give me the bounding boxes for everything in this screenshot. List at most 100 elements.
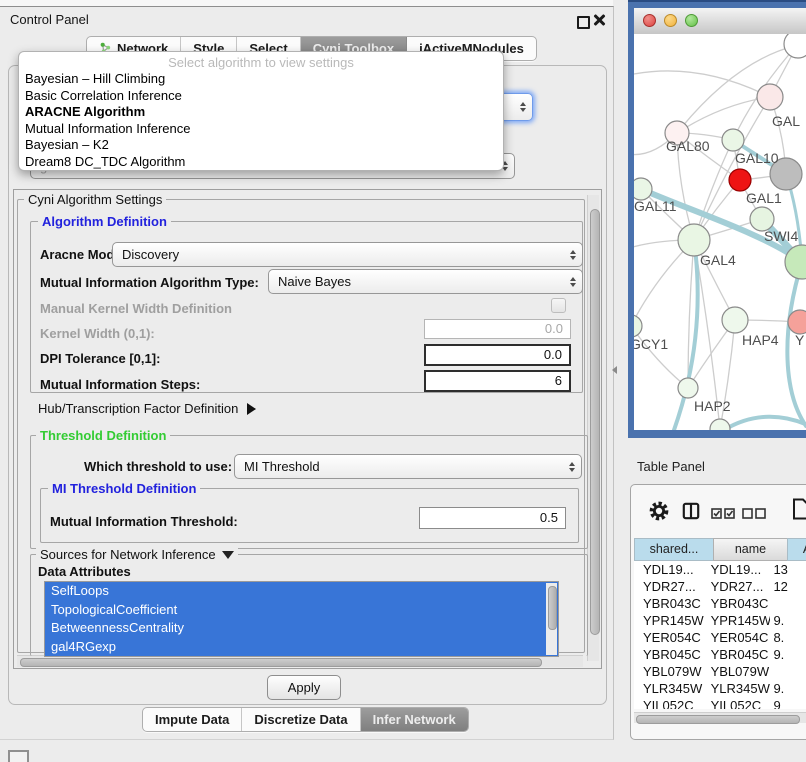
attribute-item[interactable]: BetweennessCentrality (45, 619, 558, 638)
table-header-row: shared...nameA (634, 538, 806, 561)
scrollbar-thumb[interactable] (548, 586, 557, 630)
select-all-checkboxes-icon[interactable] (711, 508, 735, 519)
column-header[interactable]: shared... (634, 538, 713, 561)
network-node-label: SWI4 (764, 228, 798, 244)
network-node[interactable] (678, 378, 698, 398)
close-icon[interactable] (593, 14, 605, 26)
network-node[interactable] (757, 84, 783, 110)
algorithm-option[interactable]: Dream8 DC_TDC Algorithm (19, 154, 503, 171)
column-header[interactable]: A (787, 538, 806, 561)
float-window-icon[interactable] (577, 16, 590, 29)
network-edge[interactable] (724, 417, 806, 430)
network-edge[interactable] (634, 71, 770, 97)
splitter-collapse-arrow[interactable] (612, 366, 617, 374)
dpi-tolerance-label: DPI Tolerance [0,1]: (40, 351, 160, 366)
settings-vertical-scrollbar[interactable] (587, 195, 599, 661)
gear-icon[interactable] (648, 500, 670, 522)
data-attributes-label: Data Attributes (38, 564, 131, 579)
mi-type-value: Naive Bayes (278, 274, 564, 289)
table-row[interactable]: YBR043CYBR043C (634, 595, 806, 612)
mi-threshold-field[interactable]: 0.5 (419, 507, 566, 529)
hub-definition-toggle[interactable]: Hub/Transcription Factor Definition (38, 401, 256, 416)
dpi-tolerance-field[interactable]: 0.0 (424, 344, 571, 366)
table-row[interactable]: YBR045CYBR045C9. (634, 646, 806, 663)
table-horizontal-scrollbar[interactable] (634, 712, 806, 723)
scrollbar-thumb[interactable] (636, 715, 800, 724)
table-cell: YIL052C (634, 697, 705, 709)
network-node[interactable] (710, 419, 730, 430)
network-node-label: GAL11 (634, 198, 677, 214)
collapse-arrow-icon[interactable] (222, 551, 234, 559)
sources-legend[interactable]: Sources for Network Inference (36, 548, 238, 561)
table-cell: YPR145W (634, 612, 705, 629)
attributes-scrollbar[interactable] (546, 583, 557, 655)
deselect-checkboxes-icon[interactable] (742, 508, 766, 519)
algorithm-option[interactable]: Basic Correlation Inference (19, 88, 503, 105)
network-node-label: GAL1 (746, 190, 782, 206)
apply-button[interactable]: Apply (267, 675, 341, 700)
network-node[interactable] (784, 34, 806, 58)
data-attributes-list[interactable]: SelfLoopsTopologicalCoefficientBetweenne… (44, 581, 559, 657)
table-cell: YER054C (705, 629, 771, 646)
table-cell (770, 663, 806, 680)
mi-steps-field[interactable]: 6 (424, 370, 571, 392)
network-node[interactable] (729, 169, 751, 191)
table-cell: YDR27... (634, 578, 705, 595)
manual-kernel-checkbox[interactable] (551, 298, 566, 313)
attribute-item[interactable]: SelfLoops (45, 582, 558, 601)
mi-threshold-label: Mutual Information Threshold: (50, 514, 238, 529)
cyni-settings-legend: Cyni Algorithm Settings (24, 193, 166, 206)
table-cell: 13 (770, 561, 806, 578)
algorithm-definition-legend: Algorithm Definition (38, 215, 171, 228)
close-traffic-light-icon[interactable] (643, 14, 656, 27)
kernel-width-field[interactable]: 0.0 (424, 319, 571, 339)
mi-type-combo[interactable]: Naive Bayes (268, 269, 583, 294)
network-window-titlebar[interactable] (634, 8, 806, 35)
algorithm-option[interactable]: Bayesian – Hill Climbing (19, 71, 503, 88)
table-row[interactable]: YPR145WYPR145W9. (634, 612, 806, 629)
table-row[interactable]: YIL052CYIL052C9 (634, 697, 806, 709)
table-row[interactable]: YDL19...YDL19...13 (634, 561, 806, 578)
expand-arrow-icon[interactable] (247, 403, 256, 415)
algorithm-option[interactable]: ARACNE Algorithm (19, 104, 503, 121)
network-canvas-svg: GALGAL80GAL10GAL1GAL11SWI4GAL4GCY1HAP4YH… (634, 34, 806, 430)
table-row[interactable]: YBL079WYBL079W (634, 663, 806, 680)
table-body: YDL19...YDL19...13YDR27...YDR27...12YBR0… (634, 561, 806, 709)
column-header[interactable]: name (713, 538, 787, 561)
algorithm-option[interactable]: Bayesian – K2 (19, 137, 503, 154)
network-node[interactable] (634, 178, 652, 200)
network-node[interactable] (722, 307, 748, 333)
hub-definition-label: Hub/Transcription Factor Definition (38, 401, 238, 416)
document-icon[interactable] (792, 498, 806, 520)
zoom-traffic-light-icon[interactable] (685, 14, 698, 27)
aracne-mode-combo[interactable]: Discovery (112, 242, 583, 267)
which-threshold-value: MI Threshold (244, 459, 563, 474)
network-node[interactable] (788, 310, 806, 334)
attribute-item[interactable]: gal4RGexp (45, 638, 558, 657)
table-row[interactable]: YER054CYER054C8. (634, 629, 806, 646)
network-node[interactable] (722, 129, 744, 151)
table-cell: YBR043C (634, 595, 705, 612)
table-cell: YIL052C (705, 697, 771, 709)
network-view[interactable]: GALGAL80GAL10GAL1GAL11SWI4GAL4GCY1HAP4YH… (634, 34, 806, 430)
minimize-traffic-light-icon[interactable] (664, 14, 677, 27)
algorithm-option[interactable]: Mutual Information Inference (19, 121, 503, 138)
tab-impute-data[interactable]: Impute Data (143, 708, 242, 731)
scrollbar-thumb[interactable] (590, 209, 600, 635)
network-edge[interactable] (677, 97, 770, 133)
network-node[interactable] (634, 315, 642, 337)
collapsed-panel-icon[interactable] (8, 750, 29, 762)
tab-infer-network[interactable]: Infer Network (361, 708, 468, 731)
which-threshold-combo[interactable]: MI Threshold (234, 454, 582, 479)
which-threshold-label: Which threshold to use: (84, 459, 232, 474)
table-row[interactable]: YLR345WYLR345W9. (634, 680, 806, 697)
table-row[interactable]: YDR27...YDR27...12 (634, 578, 806, 595)
tab-discretize-data[interactable]: Discretize Data (242, 708, 360, 731)
attribute-item[interactable]: TopologicalCoefficient (45, 601, 558, 620)
manual-kernel-label: Manual Kernel Width Definition (40, 301, 232, 316)
table-panel-title: Table Panel (637, 459, 705, 474)
scrollbar-thumb[interactable] (20, 658, 542, 667)
threshold-definition-legend: Threshold Definition (36, 429, 170, 442)
network-node-label: GCY1 (634, 336, 668, 352)
columns-icon[interactable] (682, 502, 700, 520)
